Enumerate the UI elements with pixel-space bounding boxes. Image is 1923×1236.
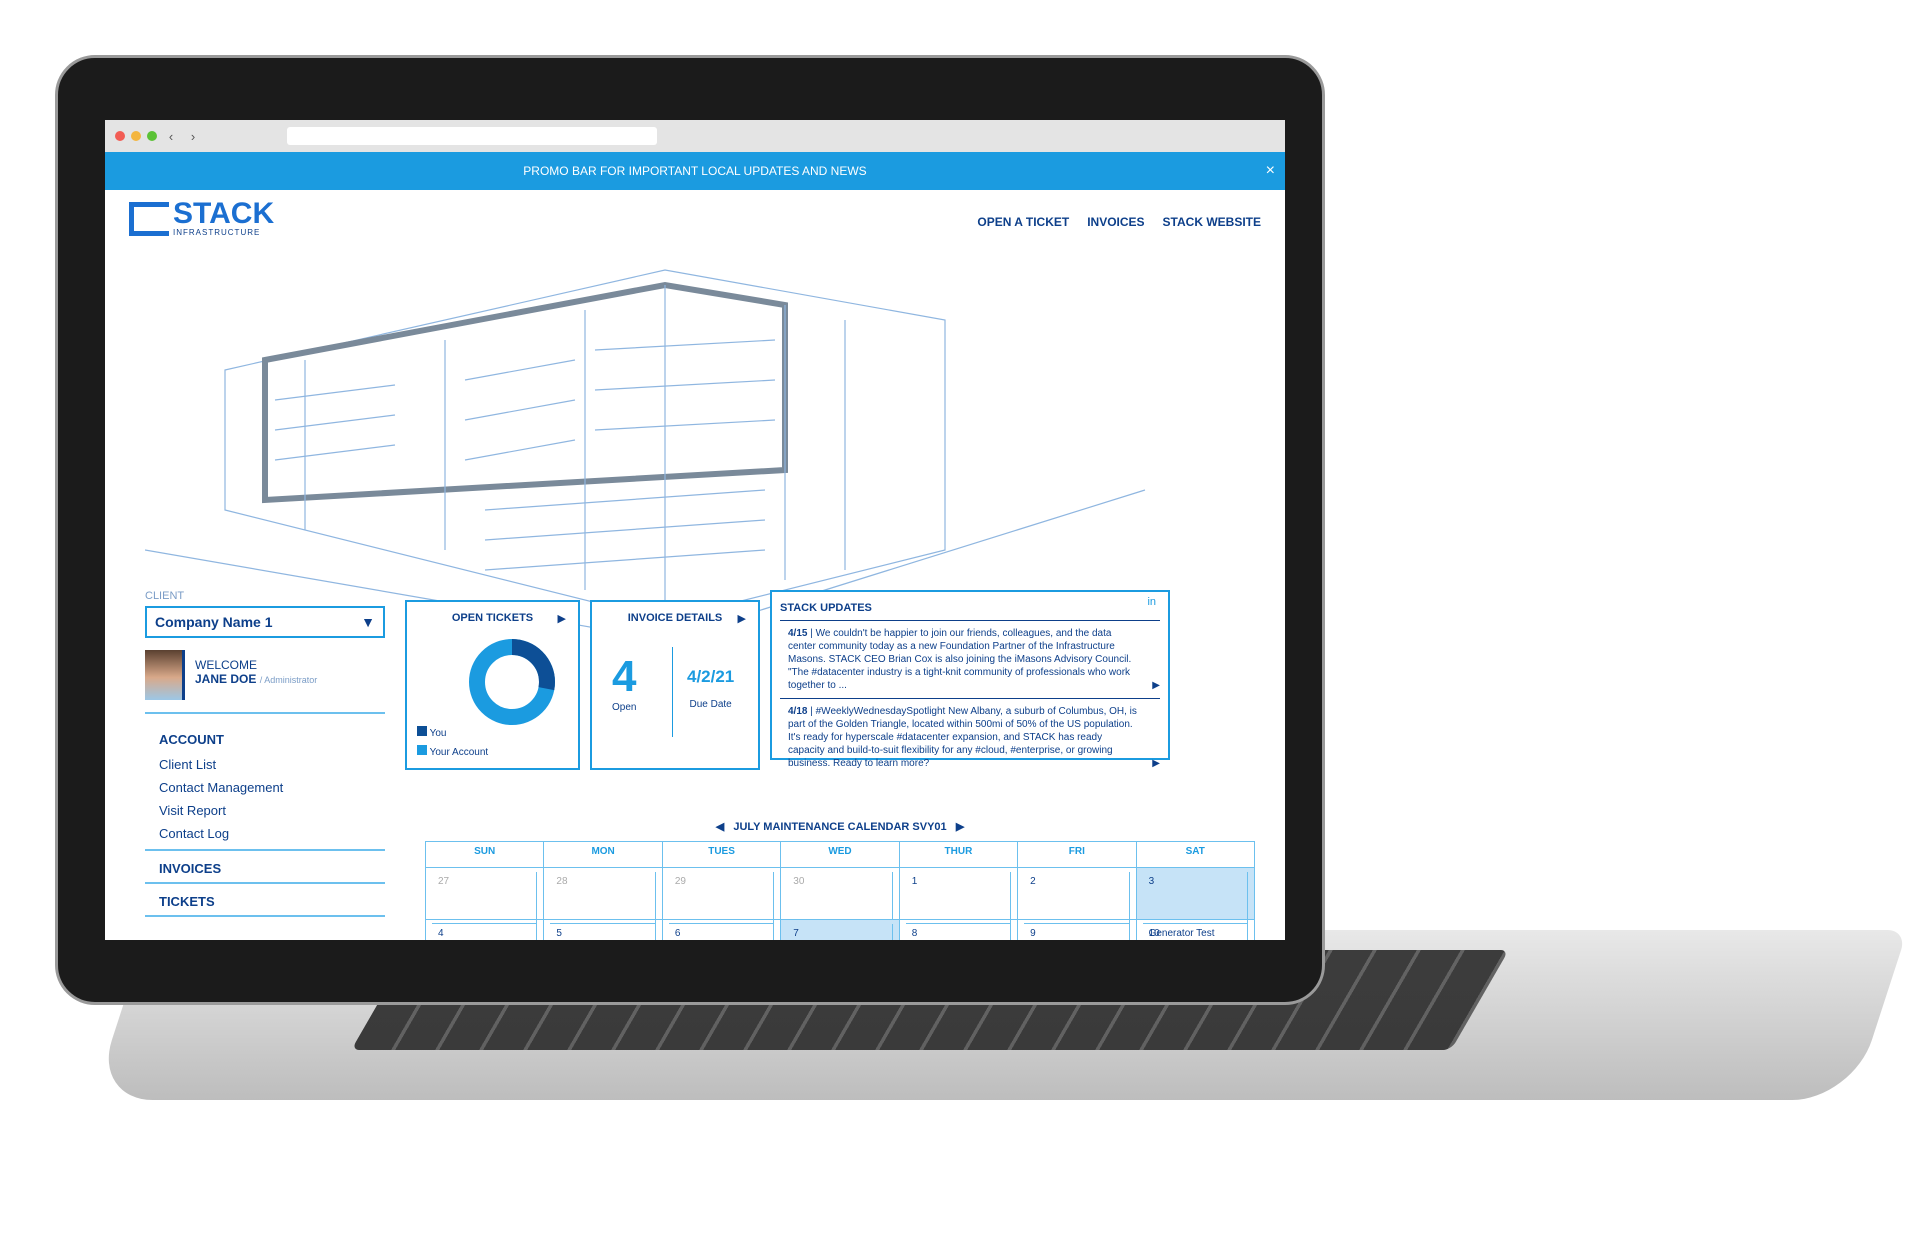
calendar-cell[interactable]: 7 xyxy=(781,920,900,940)
calendar-cell[interactable]: 10 xyxy=(1137,920,1255,940)
due-date-label: Due Date xyxy=(689,699,732,710)
sidebar-invoices[interactable]: INVOICES xyxy=(145,849,385,884)
calendar-cell[interactable]: 1 xyxy=(899,868,1019,924)
calendar-day-header: TUES xyxy=(662,842,782,868)
calendar-date: 29 xyxy=(668,872,775,924)
sidebar: CLIENT Company Name 1 ▼ WELCOME JANE DOE … xyxy=(145,590,385,917)
client-select[interactable]: Company Name 1 ▼ xyxy=(145,606,385,638)
calendar-cell[interactable]: 8 xyxy=(900,920,1019,940)
calendar-date: 5 xyxy=(550,924,656,940)
invoice-title: INVOICE DETAILS xyxy=(627,612,723,624)
logo-mark-icon xyxy=(129,201,169,236)
welcome-label: WELCOME xyxy=(195,658,258,672)
calendar-day-header: MON xyxy=(544,842,663,868)
calendar-date: 10 xyxy=(1143,924,1248,940)
updates-title: STACK UPDATES xyxy=(780,602,872,614)
chevron-down-icon: ▼ xyxy=(361,614,375,630)
calendar-cell[interactable]: 5 xyxy=(544,920,663,940)
calendar-day-header: FRI xyxy=(1018,842,1137,868)
calendar-date: 6 xyxy=(669,924,775,940)
calendar-day-header: THUR xyxy=(899,842,1019,868)
calendar-day-header: SUN xyxy=(426,842,545,868)
back-icon[interactable]: ‹ xyxy=(163,129,179,144)
calendar-date: 7 xyxy=(787,924,893,940)
calendar-day-header: SAT xyxy=(1136,842,1255,868)
menu-visit-report[interactable]: Visit Report xyxy=(159,803,385,818)
menu-client-list[interactable]: Client List xyxy=(159,757,385,772)
arrow-right-icon[interactable]: ▶ xyxy=(738,612,746,625)
user-name: JANE DOE xyxy=(195,672,257,686)
calendar-cell[interactable]: 6 xyxy=(663,920,782,940)
calendar-date: 30 xyxy=(787,872,893,924)
arrow-right-icon[interactable]: ▶ xyxy=(558,612,566,625)
calendar-day-header: WED xyxy=(781,842,900,868)
update-item[interactable]: 4/18 | #WeeklyWednesdaySpotlight New Alb… xyxy=(780,698,1160,776)
open-label: Open xyxy=(612,702,637,713)
maximize-dot[interactable] xyxy=(147,131,157,141)
sidebar-tickets[interactable]: TICKETS xyxy=(145,884,385,917)
due-date: 4/2/21 xyxy=(687,667,735,686)
calendar-date: 8 xyxy=(906,924,1012,940)
open-tickets-card: OPEN TICKETS ▶ You Your Account xyxy=(405,600,580,770)
arrow-right-icon: ▶ xyxy=(1152,680,1160,691)
top-nav: OPEN A TICKET INVOICES STACK WEBSITE xyxy=(977,215,1261,229)
prev-month-icon[interactable]: ◀ xyxy=(716,821,724,833)
welcome-block: WELCOME JANE DOE / Administrator xyxy=(145,650,385,714)
close-icon[interactable]: × xyxy=(1266,152,1275,190)
nav-stack-website[interactable]: STACK WEBSITE xyxy=(1163,215,1261,229)
linkedin-icon[interactable]: in xyxy=(1147,596,1156,608)
menu-contact-management[interactable]: Contact Management xyxy=(159,780,385,795)
close-dot[interactable] xyxy=(115,131,125,141)
calendar-date: 27 xyxy=(432,872,538,924)
calendar-cell[interactable]: 27 xyxy=(426,868,545,924)
arrow-right-icon: ▶ xyxy=(1152,758,1160,769)
update-item[interactable]: 4/15 | We couldn't be happier to join ou… xyxy=(780,620,1160,698)
promo-text: PROMO BAR FOR IMPORTANT LOCAL UPDATES AN… xyxy=(523,164,867,178)
header: STACK INFRASTRUCTURE OPEN A TICKET INVOIC… xyxy=(105,190,1285,250)
calendar-cell[interactable]: 9 xyxy=(1018,920,1137,940)
calendar-grid: SUN MON TUES WED THUR FRI SAT 27 28 29 30 1 2 3 Genera… xyxy=(425,841,1255,940)
avatar xyxy=(145,650,185,700)
calendar-date: 1 xyxy=(905,872,1012,924)
client-label: CLIENT xyxy=(145,590,185,602)
maintenance-calendar: ◀ JULY MAINTENANCE CALENDAR SVY01 ▶ SUN M… xyxy=(425,820,1255,940)
promo-bar: PROMO BAR FOR IMPORTANT LOCAL UPDATES AN… xyxy=(105,152,1285,190)
client-value: Company Name 1 xyxy=(155,614,273,630)
minimize-dot[interactable] xyxy=(131,131,141,141)
nav-open-ticket[interactable]: OPEN A TICKET xyxy=(977,215,1069,229)
calendar-title: JULY MAINTENANCE CALENDAR SVY01 xyxy=(733,821,947,833)
logo-sub: INFRASTRUCTURE xyxy=(173,228,261,237)
next-month-icon[interactable]: ▶ xyxy=(956,821,964,833)
address-bar[interactable] xyxy=(287,127,657,145)
calendar-date: 28 xyxy=(550,872,656,924)
invoice-details-card: INVOICE DETAILS ▶ 4 Open 4/2/21 Due Date xyxy=(590,600,760,770)
calendar-date: 2 xyxy=(1024,872,1130,924)
calendar-cell[interactable]: 3 Generator Test xyxy=(1136,868,1255,940)
calendar-date: 3 xyxy=(1142,872,1248,924)
stack-logo[interactable]: STACK INFRASTRUCTURE xyxy=(129,197,275,237)
calendar-cell[interactable]: 4 xyxy=(426,920,545,940)
browser-chrome: ‹ › xyxy=(105,120,1285,152)
open-invoice-count: 4 xyxy=(612,652,637,701)
calendar-cell[interactable]: 28 xyxy=(544,868,663,924)
calendar-cell[interactable]: 2 xyxy=(1018,868,1137,924)
open-tickets-title: OPEN TICKETS xyxy=(451,612,534,624)
legend-you: You xyxy=(417,726,488,739)
account-menu: ACCOUNT Client List Contact Management V… xyxy=(145,732,385,841)
tickets-donut xyxy=(469,639,555,725)
stack-updates-card: STACK UPDATES in 4/15 | We couldn't be h… xyxy=(770,590,1170,769)
account-heading: ACCOUNT xyxy=(159,732,224,747)
legend-your-account: Your Account xyxy=(417,745,488,758)
laptop-screen: ‹ › PROMO BAR FOR IMPORTANT LOCAL UPDATE… xyxy=(105,120,1285,940)
calendar-cell[interactable]: 29 xyxy=(662,868,782,924)
calendar-cell[interactable]: 30 xyxy=(781,868,900,924)
calendar-date: 9 xyxy=(1024,924,1130,940)
nav-invoices[interactable]: INVOICES xyxy=(1087,215,1144,229)
user-role: / Administrator xyxy=(259,675,318,685)
logo-name: STACK xyxy=(173,197,275,230)
calendar-date: 4 xyxy=(432,924,538,940)
forward-icon[interactable]: › xyxy=(185,129,201,144)
menu-contact-log[interactable]: Contact Log xyxy=(159,826,385,841)
